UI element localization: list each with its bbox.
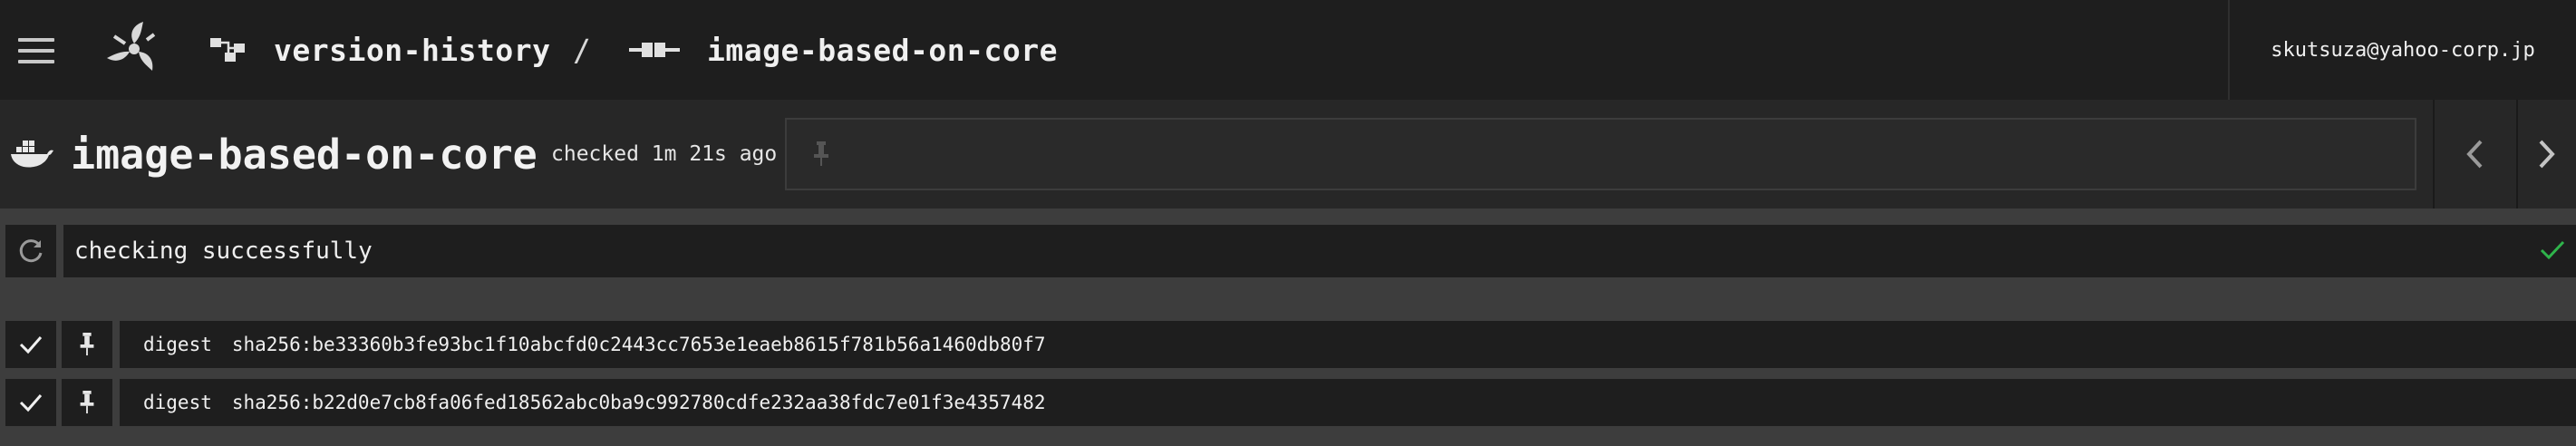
version-row: digest sha256:b22d0e7cb8fa06fed18562abc0… — [0, 379, 2576, 426]
enable-version-toggle[interactable] — [5, 321, 56, 368]
breadcrumb-separator: / — [573, 32, 592, 68]
check-status-bar[interactable]: checking successfully — [63, 225, 2576, 277]
version-key: digest — [143, 334, 212, 355]
last-checked-text: checked 1m 21s ago — [551, 142, 778, 166]
check-status-text: checking successfully — [74, 238, 373, 265]
version-value: sha256:b22d0e7cb8fa06fed18562abc0ba9c992… — [231, 392, 1046, 413]
checkmark-icon — [19, 394, 43, 412]
concourse-logo[interactable] — [102, 16, 167, 82]
next-page-button[interactable] — [2516, 100, 2576, 208]
hamburger-icon[interactable] — [18, 38, 54, 63]
pipeline-icon — [210, 38, 245, 62]
check-success-icon — [2540, 240, 2565, 260]
user-email[interactable]: skutsuza@yahoo-corp.jp — [2271, 39, 2534, 62]
previous-page-button[interactable] — [2433, 100, 2514, 208]
refresh-icon — [19, 239, 43, 263]
pin-comment-field[interactable] — [785, 118, 2416, 190]
resource-title: image-based-on-core — [71, 130, 537, 179]
pin-icon — [80, 333, 94, 356]
chevron-left-icon — [2466, 140, 2483, 169]
breadcrumb-resource[interactable]: image-based-on-core — [629, 0, 1058, 100]
resource-header: image-based-on-core checked 1m 21s ago — [0, 100, 2576, 208]
resource-name[interactable]: image-based-on-core — [707, 33, 1058, 68]
version-header[interactable]: digest sha256:b22d0e7cb8fa06fed18562abc0… — [120, 379, 2576, 426]
pipeline-name[interactable]: version-history — [274, 33, 551, 68]
docker-icon — [11, 141, 53, 168]
version-row: digest sha256:be33360b3fe93bc1f10abcfd0c… — [0, 321, 2576, 368]
chevron-right-icon — [2539, 140, 2555, 169]
version-key: digest — [143, 392, 212, 413]
top-bar: version-history / image-based-on-core sk… — [0, 0, 2576, 100]
user-menu[interactable]: skutsuza@yahoo-corp.jp — [2228, 0, 2576, 100]
pin-version-button[interactable] — [62, 321, 112, 368]
resource-icon — [629, 43, 680, 57]
breadcrumb-pipeline[interactable]: version-history — [210, 0, 551, 100]
version-value: sha256:be33360b3fe93bc1f10abcfd0c2443cc7… — [231, 334, 1046, 355]
enable-version-toggle[interactable] — [5, 379, 56, 426]
version-header[interactable]: digest sha256:be33360b3fe93bc1f10abcfd0c… — [120, 321, 2576, 368]
pin-icon — [80, 391, 94, 414]
pin-version-button[interactable] — [62, 379, 112, 426]
checkmark-icon — [19, 336, 43, 354]
check-now-button[interactable] — [5, 225, 56, 277]
pin-icon — [814, 141, 828, 166]
